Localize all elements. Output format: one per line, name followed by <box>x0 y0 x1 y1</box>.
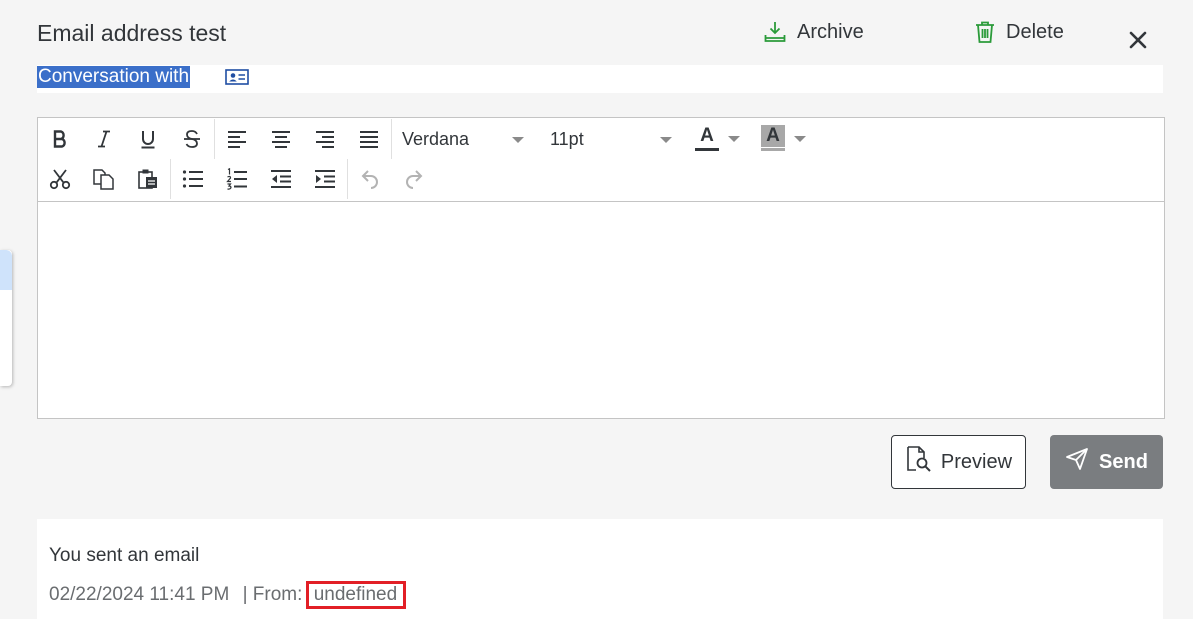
outdent-button[interactable] <box>259 159 303 199</box>
contact-card-icon[interactable] <box>225 69 249 85</box>
close-button[interactable] <box>1126 28 1150 52</box>
bullet-list-icon <box>182 169 204 189</box>
trash-icon <box>974 20 996 44</box>
italic-icon <box>94 129 114 149</box>
cut-button[interactable] <box>38 159 82 199</box>
underline-icon <box>138 129 158 149</box>
scissors-icon <box>49 168 71 190</box>
message-meta: 02/22/2024 11:41 PM | From: undefined <box>49 581 407 609</box>
send-label: Send <box>1099 450 1148 473</box>
side-panel-tab-header <box>0 250 12 290</box>
align-center-icon <box>271 130 291 148</box>
text-color-select[interactable]: A <box>688 119 754 159</box>
send-icon <box>1065 447 1089 477</box>
font-family-select[interactable]: Verdana <box>392 119 540 159</box>
bold-button[interactable] <box>38 119 82 159</box>
message-from-value: undefined <box>305 581 407 609</box>
message-card: You sent an email 02/22/2024 11:41 PM | … <box>37 519 1163 619</box>
delete-button[interactable]: Delete <box>974 20 1064 44</box>
redo-button[interactable] <box>392 159 436 199</box>
italic-button[interactable] <box>82 119 126 159</box>
editor-toolbar: Verdana 11pt A A <box>38 118 1164 202</box>
highlight-color-swatch <box>761 148 785 151</box>
font-family-value: Verdana <box>402 128 470 149</box>
send-button[interactable]: Send <box>1050 435 1163 489</box>
redo-icon <box>404 169 424 189</box>
copy-button[interactable] <box>82 159 126 199</box>
align-right-button[interactable] <box>303 119 347 159</box>
chevron-down-icon <box>512 137 524 143</box>
archive-icon <box>763 20 787 44</box>
close-icon <box>1129 31 1147 49</box>
paste-icon <box>137 168 159 190</box>
chevron-down-icon <box>660 137 672 143</box>
font-size-select[interactable]: 11pt <box>540 119 688 159</box>
rich-text-editor: Verdana 11pt A A <box>37 117 1165 419</box>
archive-button[interactable]: Archive <box>763 20 864 44</box>
numbered-list-button[interactable] <box>215 159 259 199</box>
paste-button[interactable] <box>126 159 170 199</box>
align-center-button[interactable] <box>259 119 303 159</box>
conversation-label: Conversation with <box>37 66 191 88</box>
justify-icon <box>359 130 379 148</box>
strikethrough-icon <box>182 129 202 149</box>
undo-button[interactable] <box>348 159 392 199</box>
copy-icon <box>92 168 116 190</box>
text-color-glyph: A <box>700 125 714 146</box>
font-size-value: 11pt <box>550 128 584 149</box>
align-left-icon <box>227 130 247 148</box>
chevron-down-icon <box>728 136 740 142</box>
numbered-list-icon <box>226 168 248 190</box>
bullet-list-button[interactable] <box>171 159 215 199</box>
indent-button[interactable] <box>303 159 347 199</box>
undo-icon <box>360 169 380 189</box>
bold-icon <box>50 129 70 149</box>
message-from-label: | From: <box>242 584 303 605</box>
preview-label: Preview <box>940 450 1013 473</box>
chevron-down-icon <box>794 136 806 142</box>
text-color-icon: A <box>694 125 720 153</box>
editor-content-area[interactable] <box>38 202 1164 418</box>
message-title: You sent an email <box>49 545 200 566</box>
preview-document-icon <box>905 445 933 479</box>
highlight-color-select[interactable]: A <box>754 119 820 159</box>
dialog-title: Email address test <box>37 20 227 46</box>
highlight-color-icon: A <box>760 125 786 153</box>
strikethrough-button[interactable] <box>170 119 214 159</box>
side-panel-tab[interactable] <box>0 250 12 386</box>
underline-button[interactable] <box>126 119 170 159</box>
indent-icon <box>314 169 336 189</box>
align-right-icon <box>315 130 335 148</box>
align-left-button[interactable] <box>215 119 259 159</box>
highlight-color-glyph: A <box>761 125 785 147</box>
archive-label: Archive <box>797 20 864 43</box>
delete-label: Delete <box>1006 20 1064 43</box>
preview-button[interactable]: Preview <box>891 435 1026 489</box>
text-color-swatch <box>695 148 719 151</box>
justify-button[interactable] <box>347 119 391 159</box>
outdent-icon <box>270 169 292 189</box>
conversation-bar: Conversation with <box>37 65 1163 93</box>
message-timestamp: 02/22/2024 11:41 PM <box>49 584 230 605</box>
